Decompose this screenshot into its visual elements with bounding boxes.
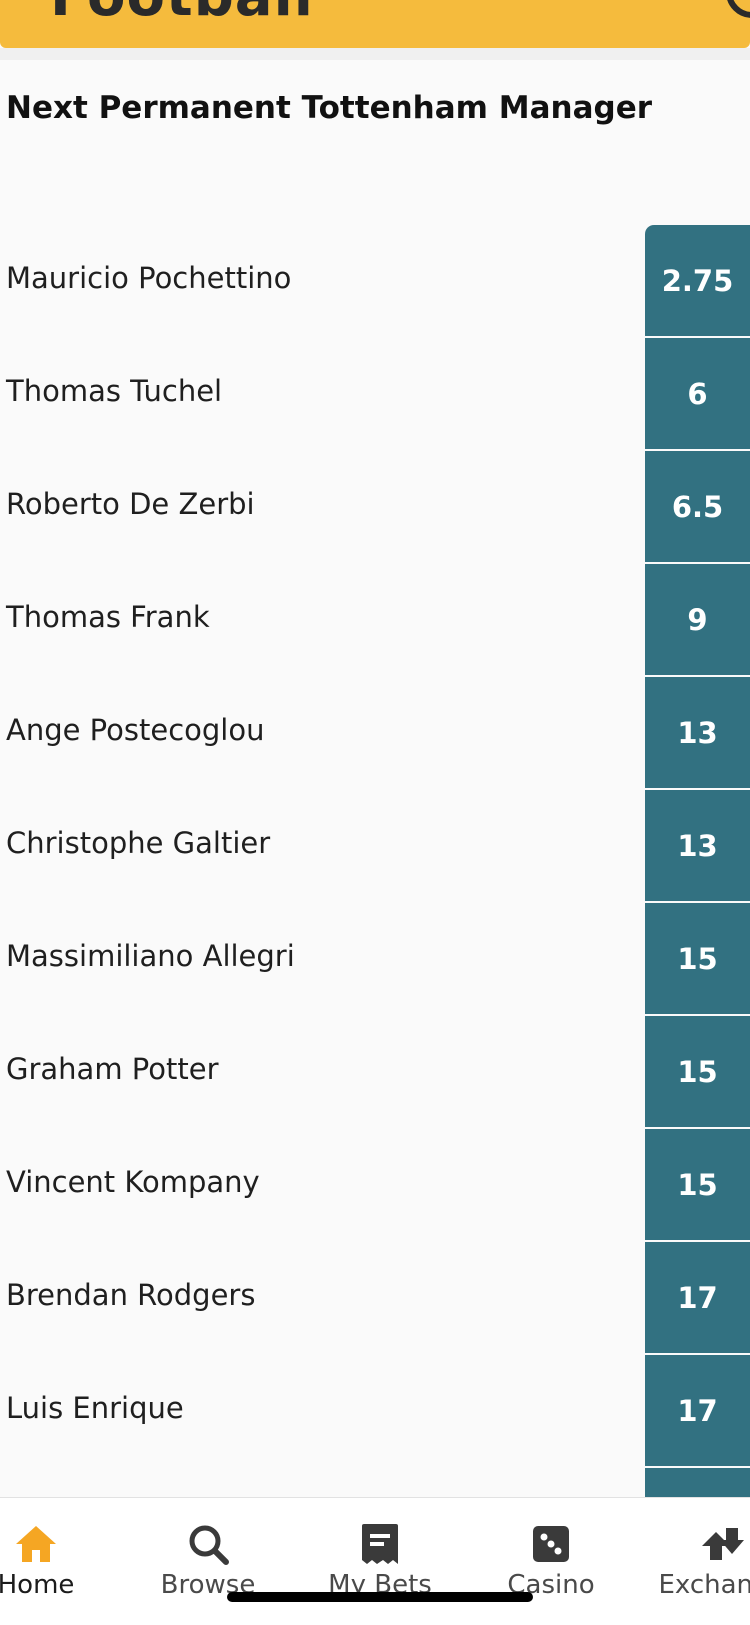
selection-row: Graham Potter 15 <box>0 1016 750 1129</box>
bottom-nav: Home Browse My Bets Casino Exchange <box>0 1497 750 1625</box>
market-title: Next Permanent Tottenham Manager <box>6 90 653 126</box>
selection-list: Mauricio Pochettino 2.75 Thomas Tuchel 6… <box>0 225 750 1497</box>
runner-name: Massimiliano Allegri <box>6 939 295 973</box>
odds-button[interactable]: 15 <box>645 1016 750 1127</box>
odds-button[interactable]: 6 <box>645 338 750 449</box>
dice-icon <box>533 1526 569 1562</box>
page-title: Football <box>50 0 314 29</box>
runner-name: Vincent Kompany <box>6 1165 260 1199</box>
nav-label-exchange: Exchange <box>658 1570 750 1600</box>
exchange-icon <box>702 1528 744 1560</box>
odds-button[interactable]: 2.75 <box>645 225 750 336</box>
nav-item-home[interactable]: Home <box>0 1520 106 1610</box>
selection-row: Thomas Tuchel 6 <box>0 338 750 451</box>
odds-button[interactable] <box>645 1468 750 1497</box>
odds-button[interactable]: 15 <box>645 1129 750 1240</box>
receipt-icon <box>362 1524 398 1564</box>
odds-button[interactable]: 9 <box>645 564 750 675</box>
home-icon <box>16 1526 56 1562</box>
odds-button[interactable]: 15 <box>645 903 750 1014</box>
odds-button[interactable]: 17 <box>645 1242 750 1353</box>
odds-button[interactable]: 13 <box>645 677 750 788</box>
runner-name: Brendan Rodgers <box>6 1278 256 1312</box>
home-indicator <box>227 1592 533 1602</box>
runner-name: Ange Postecoglou <box>6 713 265 747</box>
selection-row: Christophe Galtier 13 <box>0 790 750 903</box>
nav-item-exchange[interactable]: Exchange <box>652 1520 750 1610</box>
nav-label-home: Home <box>0 1570 75 1600</box>
header-bar: Football <box>0 0 750 48</box>
runner-name: Luis Enrique <box>6 1391 184 1425</box>
runner-name: Christophe Galtier <box>6 826 271 860</box>
runner-name: Roberto De Zerbi <box>6 487 255 521</box>
selection-row: Luis Enrique 17 <box>0 1355 750 1468</box>
selection-row: Roberto De Zerbi 6.5 <box>0 451 750 564</box>
selection-row: Massimiliano Allegri 15 <box>0 903 750 1016</box>
runner-name: Graham Potter <box>6 1052 219 1086</box>
selection-row: Ange Postecoglou 13 <box>0 677 750 790</box>
search-icon <box>189 1525 229 1565</box>
selection-row: Mauricio Pochettino 2.75 <box>0 225 750 338</box>
selection-row: Brendan Rodgers 17 <box>0 1242 750 1355</box>
runner-name: Thomas Frank <box>6 600 210 634</box>
selection-row: Thomas Frank 9 <box>0 564 750 677</box>
divider <box>0 48 750 60</box>
runner-name: Mauricio Pochettino <box>6 261 292 295</box>
odds-button[interactable]: 17 <box>645 1355 750 1466</box>
odds-button[interactable]: 13 <box>645 790 750 901</box>
odds-button[interactable]: 6.5 <box>645 451 750 562</box>
selection-row-partial <box>0 1468 750 1497</box>
runner-name: Thomas Tuchel <box>6 374 223 408</box>
selection-row: Vincent Kompany 15 <box>0 1129 750 1242</box>
search-icon[interactable] <box>726 0 750 18</box>
